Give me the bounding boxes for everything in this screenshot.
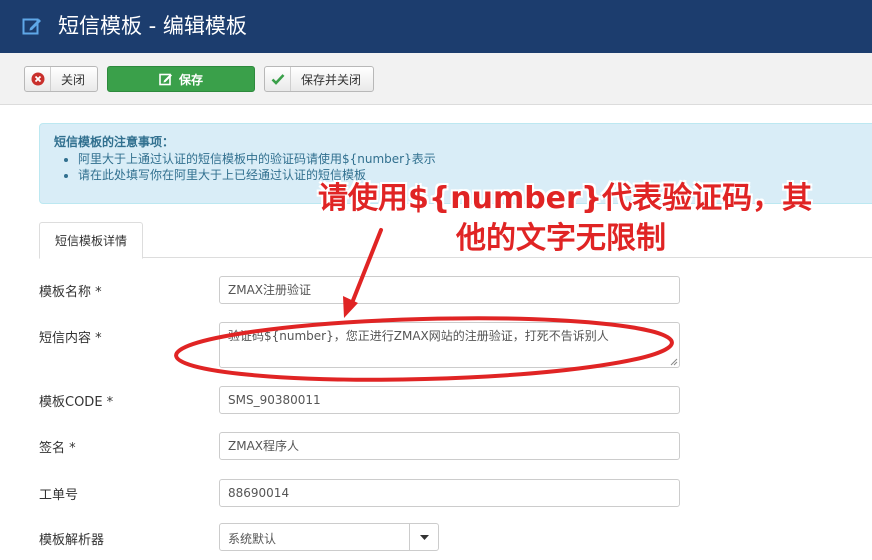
check-icon — [265, 67, 291, 91]
page-header: 短信模板 - 编辑模板 — [0, 0, 872, 53]
edit-icon — [22, 18, 41, 35]
edit-icon — [159, 73, 172, 86]
annotation-text-line-2: 他的文字无限制 — [456, 221, 666, 256]
signature-input[interactable]: ZMAX程序人 — [219, 432, 680, 460]
parser-label: 模板解析器 — [39, 533, 105, 548]
work-order-input[interactable]: 88690014 — [219, 479, 680, 507]
name-label: 模板名称 * — [39, 285, 102, 300]
close-button-label: 关闭 — [61, 72, 86, 87]
notice-list: 阿里大于上通过认证的短信模板中的验证码请使用${number}表示 请在此处填写… — [78, 151, 436, 183]
save-button-label: 保存 — [178, 72, 203, 87]
template-parser-select[interactable]: 系统默认 — [219, 523, 439, 551]
page-title: 短信模板 - 编辑模板 — [58, 14, 247, 38]
tab-template-details[interactable]: 短信模板详情 — [39, 222, 143, 259]
template-name-input[interactable]: ZMAX注册验证 — [219, 276, 680, 304]
save-button[interactable]: 保存 — [107, 66, 255, 92]
sms-content-text: 验证码${number}，您正进行ZMAX网站的注册验证，打死不告诉别人 — [228, 329, 609, 343]
save-and-close-button[interactable]: 保存并关闭 — [264, 66, 374, 92]
close-button[interactable]: 关闭 — [24, 66, 98, 92]
save-and-close-button-label: 保存并关闭 — [301, 72, 362, 87]
toolbar: 关闭 保存 保存并关闭 — [0, 53, 872, 105]
content-label: 短信内容 * — [39, 331, 102, 346]
order-label: 工单号 — [39, 488, 79, 503]
resize-handle-icon[interactable] — [669, 357, 678, 366]
code-label: 模板CODE * — [39, 395, 114, 410]
notice-title: 短信模板的注意事项： — [54, 135, 175, 149]
caret-down-icon[interactable] — [409, 524, 438, 550]
sms-content-textarea[interactable]: 验证码${number}，您正进行ZMAX网站的注册验证，打死不告诉别人 — [219, 322, 680, 368]
notice-item: 阿里大于上通过认证的短信模板中的验证码请使用${number}表示 — [78, 151, 436, 167]
close-icon — [25, 67, 51, 91]
annotation-text-line-1: 请使用${number}代表验证码，其 — [318, 181, 813, 216]
sign-label: 签名 * — [39, 441, 76, 456]
parser-selected-value: 系统默认 — [228, 532, 277, 546]
template-code-input[interactable]: SMS_90380011 — [219, 386, 680, 414]
